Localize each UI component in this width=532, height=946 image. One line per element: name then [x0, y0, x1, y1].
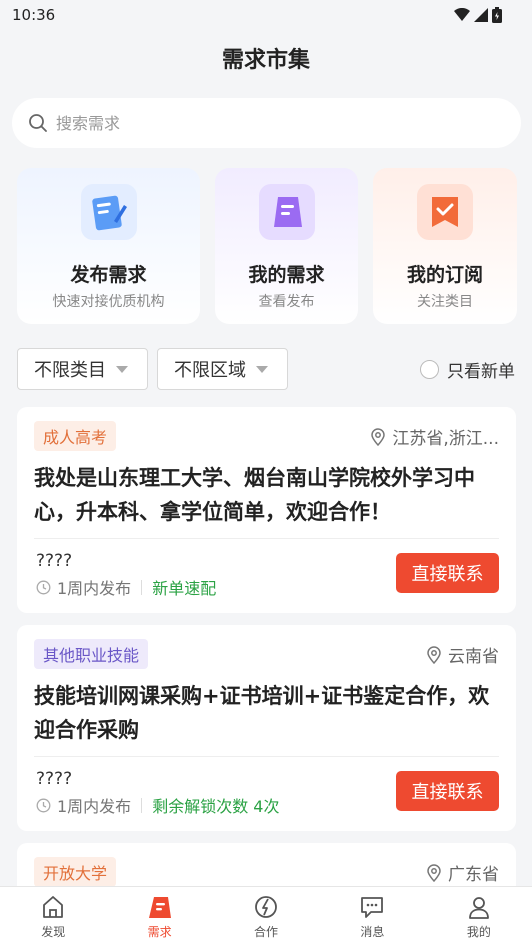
contact-button[interactable]: 直接联系 [396, 771, 499, 811]
demand-meta: 1周内发布 剩余解锁次数 4次 [36, 793, 279, 817]
location: 广东省 [426, 860, 499, 885]
chevron-down-icon [256, 365, 268, 373]
category-tag: 其他职业技能 [34, 639, 149, 669]
my-subscription-card[interactable]: 我的订阅 关注类目 [373, 168, 517, 324]
contact-button[interactable]: 直接联系 [396, 553, 499, 593]
page-title: 需求市集 [221, 48, 310, 73]
profile-icon [468, 897, 489, 919]
status-time: 10:36 [12, 6, 56, 24]
category-dropdown[interactable]: 不限类目 [17, 348, 148, 390]
contact-name: ???? [36, 551, 73, 571]
demand-title: 我处是山东理工大学、烟台南山学院校外学习中心，升本科、拿学位简单，欢迎合作！ [34, 466, 475, 524]
message-icon [361, 897, 384, 918]
location-text: 云南省 [448, 647, 499, 667]
match-note: 新单速配 [152, 579, 217, 598]
tab-label: 需求 [147, 925, 172, 939]
location-pin-icon [427, 645, 441, 664]
tab-label: 消息 [360, 925, 385, 939]
status-icons [454, 7, 502, 23]
tab-cooperation[interactable]: 合作 [213, 887, 319, 946]
location-text: 江苏省,浙江... [392, 429, 499, 449]
category-tag: 开放大学 [34, 857, 117, 887]
demand-meta: 1周内发布 新单速配 [36, 575, 216, 599]
divider [34, 538, 499, 539]
cooperation-icon [255, 896, 277, 918]
tab-messages[interactable]: 消息 [319, 887, 425, 946]
location-text: 广东省 [448, 865, 499, 885]
tab-discover[interactable]: 发现 [0, 887, 106, 946]
separator [141, 797, 143, 813]
subscription-icon [417, 184, 473, 240]
battery-icon [492, 7, 502, 23]
search-input[interactable] [56, 113, 476, 133]
header: 需求市集 [0, 30, 532, 86]
filter-bar: 不限类目 不限区域 只看新单 [0, 348, 532, 390]
publish-time: 1周内发布 [57, 579, 132, 598]
status-bar: 10:36 [0, 0, 532, 30]
quick-action-title: 我的订阅 [406, 264, 483, 286]
location-pin-icon [371, 427, 386, 446]
demand-icon [148, 897, 171, 918]
demand-title: 技能培训网课采购+证书培训+证书鉴定合作，欢迎合作采购 [34, 684, 490, 742]
contact-name: ???? [36, 769, 73, 789]
quick-action-subtitle: 查看发布 [258, 294, 315, 310]
demand-card[interactable]: 成人高考 江苏省,浙江... 我处是山东理工大学、烟台南山学院校外学习中心，升本… [17, 407, 516, 613]
tab-profile[interactable]: 我的 [426, 887, 532, 946]
category-tag: 成人高考 [34, 421, 117, 451]
home-icon [43, 896, 64, 918]
quick-action-subtitle: 关注类目 [417, 294, 473, 310]
only-new-toggle[interactable]: 只看新单 [420, 357, 515, 382]
wifi-icon [454, 8, 470, 21]
publish-demand-card[interactable]: 发布需求 快速对接优质机构 [17, 168, 200, 324]
location-pin-icon [427, 863, 441, 882]
location: 江苏省,浙江... [370, 424, 499, 449]
only-new-label: 只看新单 [447, 362, 515, 382]
my-demands-icon [258, 184, 315, 240]
tab-label: 我的 [466, 925, 491, 939]
clock-icon [36, 798, 51, 812]
clock-icon [36, 580, 51, 594]
search-bar[interactable] [12, 98, 521, 148]
tab-label: 发现 [41, 925, 66, 939]
quick-action-subtitle: 快速对接优质机构 [52, 294, 165, 310]
separator [141, 579, 143, 595]
category-label: 不限类目 [34, 360, 106, 381]
quick-action-title: 发布需求 [70, 264, 147, 286]
chevron-down-icon [116, 365, 128, 373]
tab-demand[interactable]: 需求 [106, 887, 212, 946]
search-icon [29, 114, 47, 132]
quick-action-title: 我的需求 [248, 264, 325, 286]
region-dropdown[interactable]: 不限区域 [157, 348, 288, 390]
demand-card[interactable]: 其他职业技能 云南省 技能培训网课采购+证书培训+证书鉴定合作，欢迎合作采购 ?… [17, 625, 516, 831]
my-demands-card[interactable]: 我的需求 查看发布 [215, 168, 358, 324]
location: 云南省 [426, 642, 499, 667]
unlock-count: 剩余解锁次数 4次 [152, 797, 280, 816]
signal-icon [474, 8, 488, 22]
divider [34, 756, 499, 757]
publish-icon [80, 184, 137, 240]
region-label: 不限区域 [174, 360, 246, 381]
only-new-radio[interactable] [420, 360, 439, 379]
publish-time: 1周内发布 [57, 797, 132, 816]
tab-label: 合作 [254, 925, 279, 939]
bottom-tab-bar: 发现 需求 合作 消息 我的 [0, 886, 532, 946]
